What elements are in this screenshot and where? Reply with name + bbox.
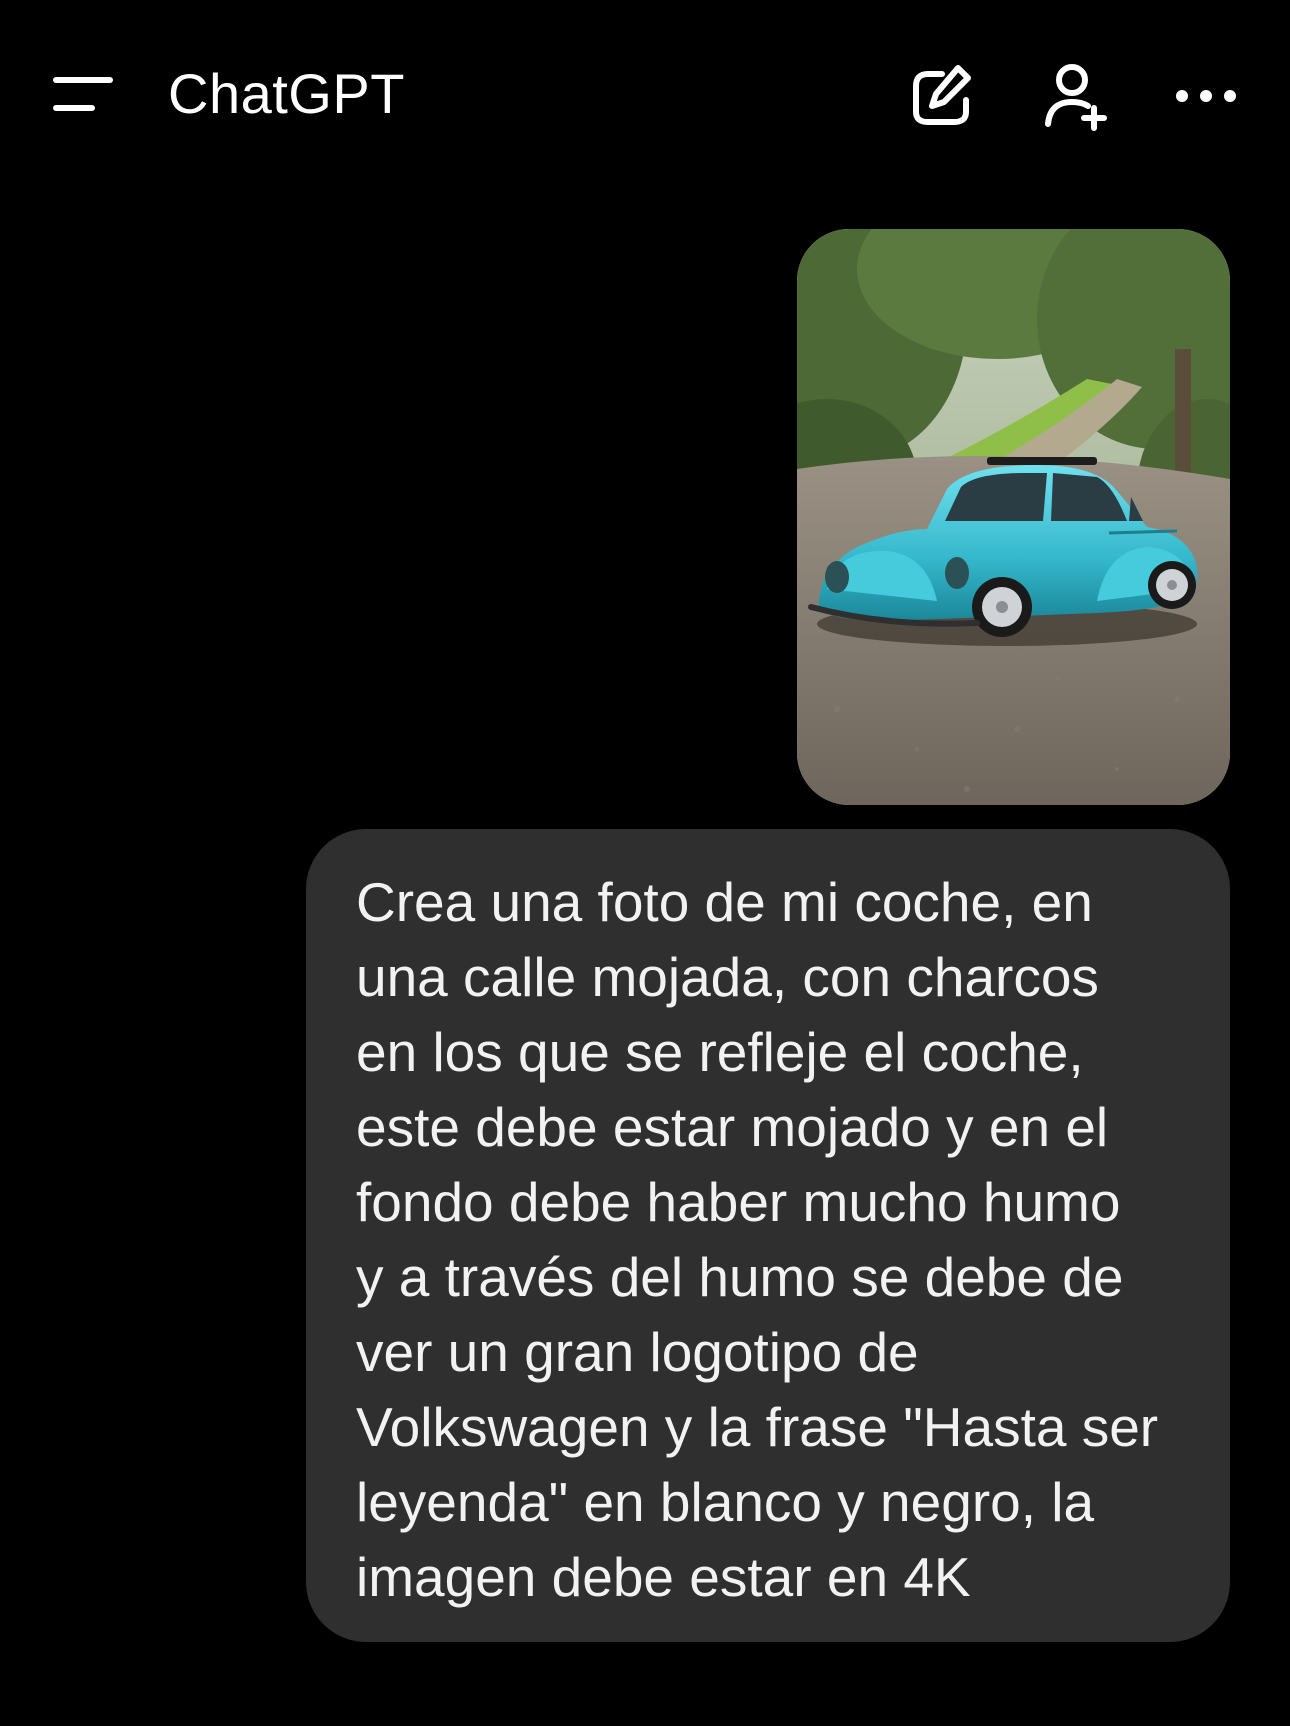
app-title[interactable]: ChatGPT [168,58,405,130]
user-message-bubble: Crea una foto de mi coche, en una calle … [306,829,1230,1642]
top-bar: ChatGPT [0,0,1290,190]
ellipsis-icon[interactable] [1166,56,1246,136]
edit-icon[interactable] [902,56,982,136]
add-user-icon[interactable] [1036,56,1116,136]
attached-car-photo[interactable] [797,229,1230,805]
user-message-text: Crea una foto de mi coche, en una calle … [356,871,1159,1608]
menu-icon[interactable] [48,68,118,124]
